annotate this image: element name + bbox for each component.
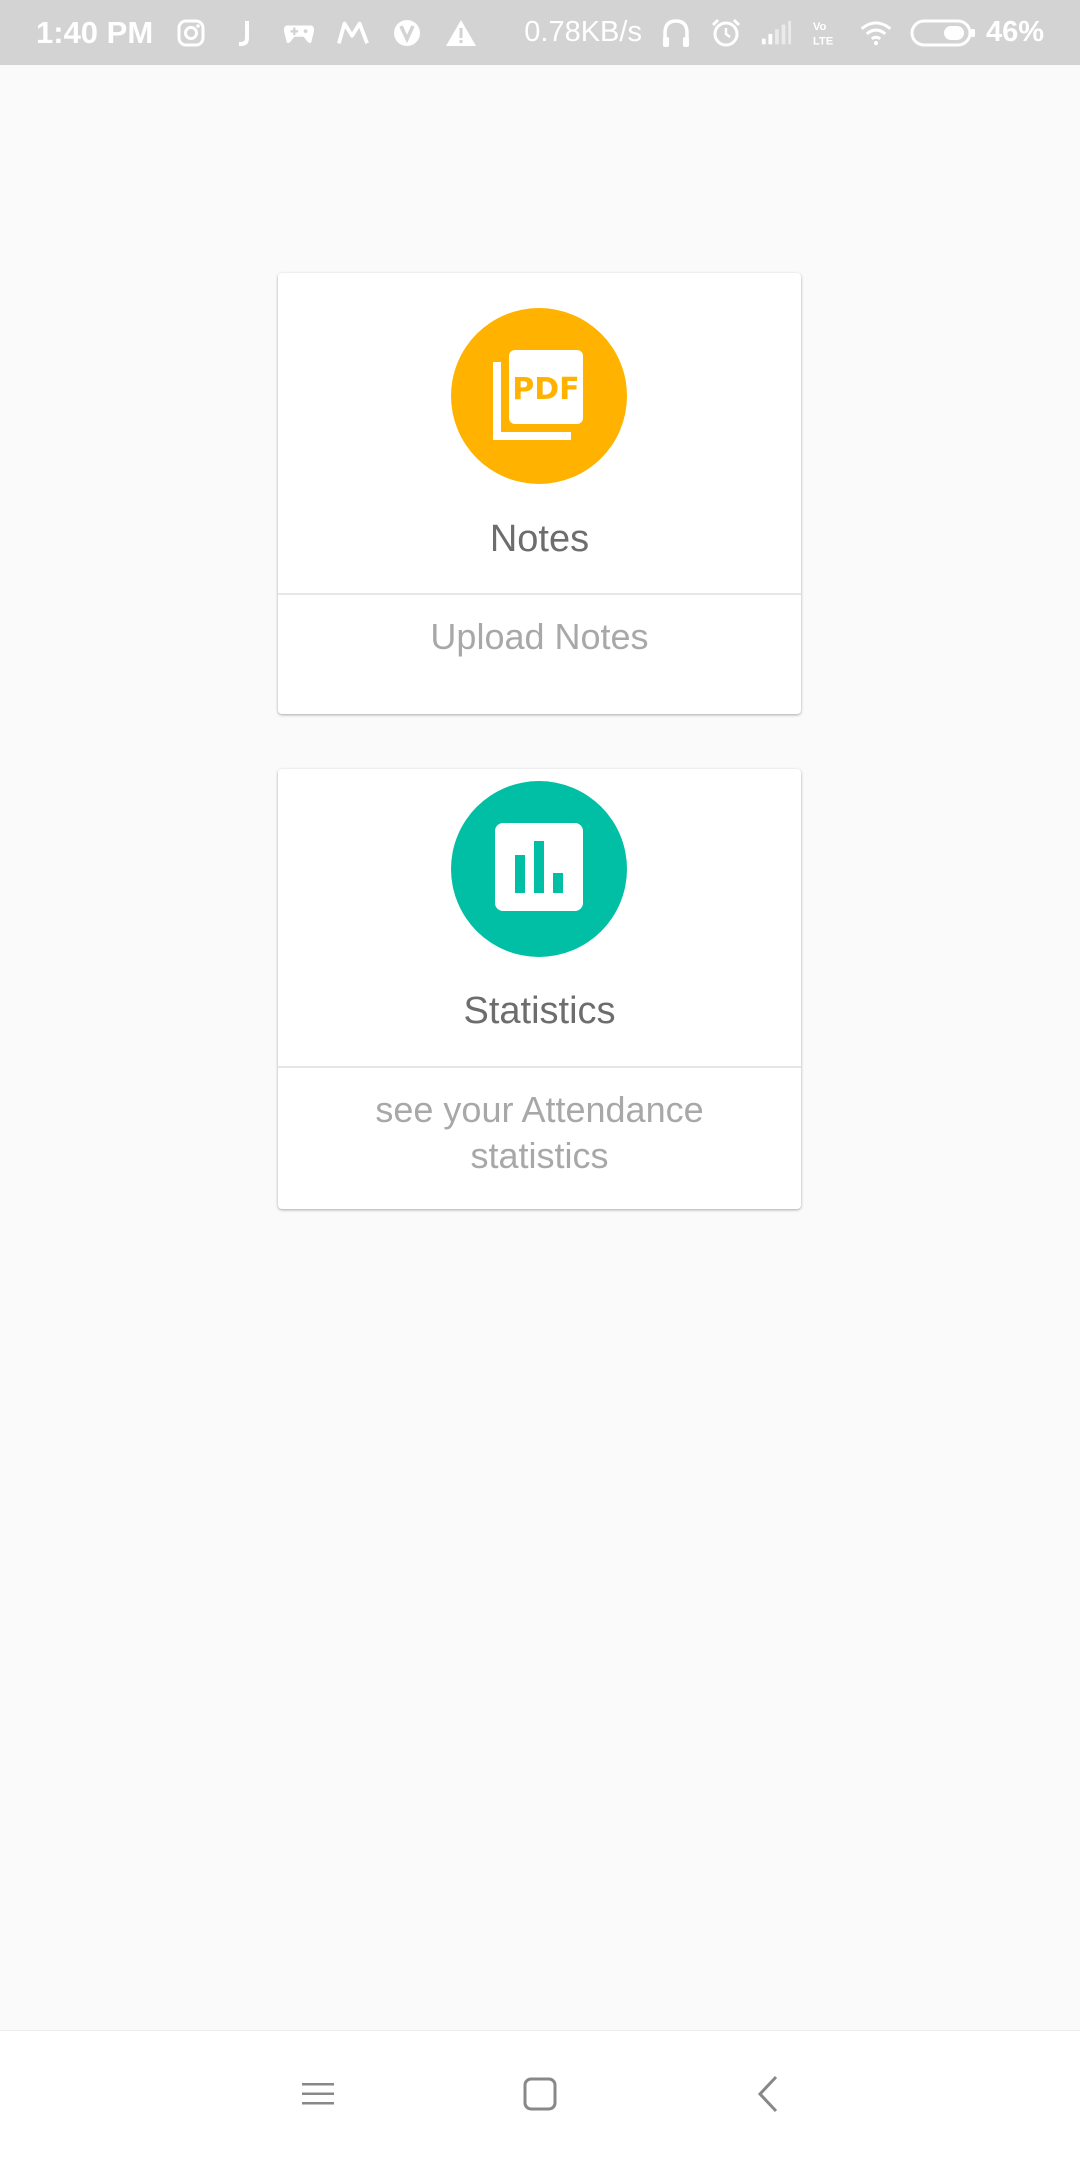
status-bar-left: 1:40 PM [36,15,477,51]
svg-text:PDF: PDF [512,372,579,407]
svg-text:Vo: Vo [813,21,827,33]
battery-percent: 46% [985,16,1044,48]
game-controller-icon [283,17,315,49]
menu-icon [301,2080,335,2113]
back-icon [756,2075,780,2118]
status-time: 1:40 PM [36,14,154,50]
bar-chart-icon [493,821,585,918]
headphones-icon [660,17,692,49]
warning-icon [445,17,477,49]
wifi-icon [860,17,892,49]
vpn-icon [391,17,423,49]
statistics-card-subtitle: see your Attendance statistics [375,1089,704,1176]
notes-card-header[interactable]: PDF Notes [278,273,801,595]
network-speed: 0.78KB/s [524,16,642,48]
navigation-bar [0,2030,1080,2161]
battery-icon [910,17,976,49]
statistics-icon-circle [451,781,627,957]
status-bar: 1:40 PM 0.78KB/s Vo LTE 46% [0,0,1080,65]
home-button[interactable] [505,2061,575,2131]
notes-card-subtitle: Upload Notes [430,616,649,657]
signal-icon [760,17,792,49]
back-button[interactable] [733,2061,803,2131]
j-app-icon [229,17,261,49]
alarm-icon [710,17,742,49]
instagram-icon [175,17,207,49]
notes-icon-circle: PDF [451,308,627,484]
home-icon [523,2077,557,2116]
notes-card[interactable]: PDF Notes Upload Notes [278,273,801,714]
notes-card-title: Notes [489,518,590,560]
menu-button[interactable] [283,2061,353,2131]
battery-indicator: 46% [910,16,1044,49]
statistics-card-title: Statistics [463,990,616,1032]
statistics-card[interactable]: Statistics see your Attendance statistic… [278,769,801,1209]
pdf-icon: PDF [489,344,589,449]
svg-text:LTE: LTE [813,35,834,47]
statistics-card-header[interactable]: Statistics [278,769,801,1068]
volte-icon: Vo LTE [810,17,842,49]
m-app-icon [337,17,370,49]
status-bar-right: 0.78KB/s Vo LTE 46% [524,16,1044,49]
